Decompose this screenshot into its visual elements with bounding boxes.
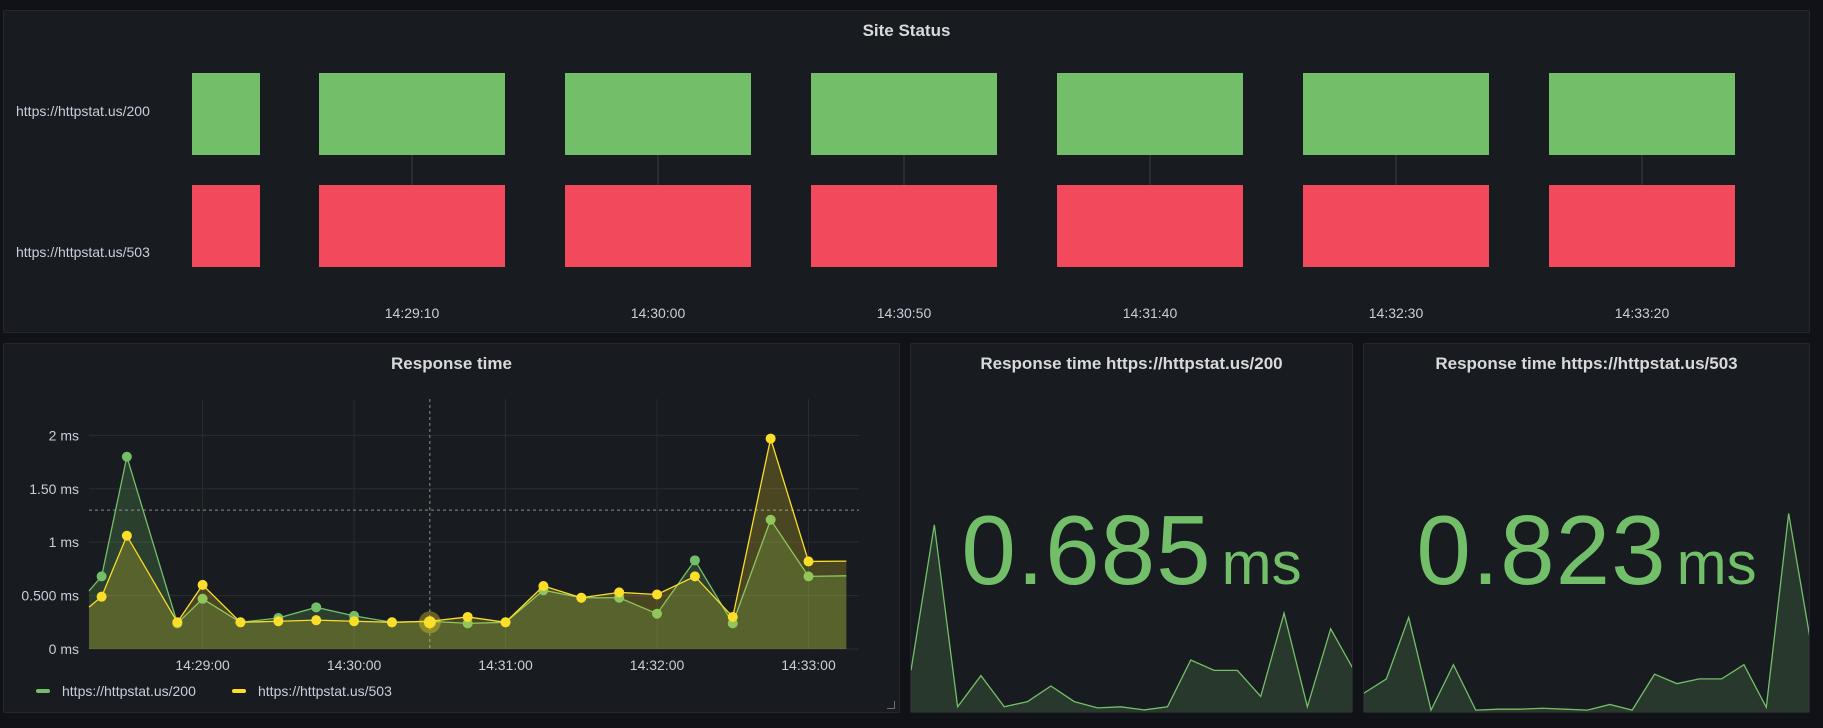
y-tick-label: 0 ms [49, 641, 79, 657]
data-point[interactable] [96, 591, 107, 602]
data-point[interactable] [765, 433, 776, 444]
stat-number: 0.685 [961, 495, 1212, 605]
status-time-tick: 14:32:30 [1369, 305, 1424, 321]
data-point[interactable] [172, 617, 183, 628]
x-tick-label: 14:30:00 [327, 657, 382, 673]
legend-label[interactable]: https://httpstat.us/200 [62, 683, 196, 699]
x-tick-label: 14:32:00 [630, 657, 685, 673]
data-point[interactable] [689, 571, 700, 582]
data-point[interactable] [121, 530, 132, 541]
status-bar-up[interactable] [1057, 73, 1243, 155]
stat-panel-200: Response time https://httpstat.us/200 0.… [910, 343, 1353, 713]
status-bar-up[interactable] [811, 73, 997, 155]
status-timeline: https://httpstat.us/200 https://httpstat.… [16, 73, 1735, 321]
data-point[interactable] [386, 617, 397, 628]
x-tick-label: 14:31:00 [478, 657, 533, 673]
data-point[interactable] [576, 592, 587, 603]
data-point[interactable] [652, 589, 663, 600]
status-bar-up[interactable] [565, 73, 751, 155]
status-bar-down[interactable] [192, 185, 260, 267]
resize-handle-icon[interactable] [887, 701, 895, 709]
data-point[interactable] [311, 602, 322, 613]
status-time-tick: 14:31:40 [1123, 305, 1178, 321]
data-point[interactable] [96, 571, 107, 582]
status-bar-down[interactable] [565, 185, 751, 267]
status-bar-up[interactable] [1303, 73, 1489, 155]
data-point[interactable] [349, 616, 360, 627]
data-point[interactable] [727, 611, 738, 622]
data-point[interactable] [235, 617, 246, 628]
status-bar-down[interactable] [1549, 185, 1735, 267]
y-tick-label: 0.500 ms [21, 588, 79, 604]
stat-value-200: 0.685 ms [911, 494, 1352, 607]
data-point[interactable] [614, 587, 625, 598]
y-tick-label: 1.50 ms [29, 481, 79, 497]
x-tick-label: 14:33:00 [781, 657, 836, 673]
status-row-label: https://httpstat.us/200 [16, 103, 150, 119]
stat-unit: ms [1221, 530, 1302, 597]
hover-point[interactable] [423, 616, 436, 629]
data-point[interactable] [689, 555, 700, 566]
data-point[interactable] [538, 580, 549, 591]
response-time-chart[interactable]: 0 ms 0.500 ms 1 ms 1.50 ms 2 ms 14:29:00 14:30… [4, 344, 901, 714]
response-time-panel: Response time 0 ms 0.500 ms 1 ms 1.50 ms 2 m… [3, 343, 900, 713]
status-bar-up[interactable] [1549, 73, 1735, 155]
legend-swatch[interactable] [232, 689, 246, 693]
status-bar-down[interactable] [811, 185, 997, 267]
status-row-label: https://httpstat.us/503 [16, 244, 150, 260]
stat-panel-503: Response time https://httpstat.us/503 0.… [1363, 343, 1810, 713]
status-time-tick: 14:33:20 [1615, 305, 1670, 321]
status-time-tick: 14:29:10 [385, 305, 440, 321]
legend-swatch[interactable] [36, 689, 50, 693]
y-tick-label: 2 ms [49, 427, 79, 443]
data-point[interactable] [462, 611, 473, 622]
site-status-panel: Site Status https://httpstat.us/200 https… [3, 10, 1810, 333]
status-bar-up[interactable] [319, 73, 505, 155]
legend-label[interactable]: https://httpstat.us/503 [258, 683, 392, 699]
status-bar-down[interactable] [1303, 185, 1489, 267]
status-bar-down[interactable] [319, 185, 505, 267]
status-bar-down[interactable] [1057, 185, 1243, 267]
status-bar-up[interactable] [192, 73, 260, 155]
data-point[interactable] [500, 617, 511, 628]
data-point[interactable] [273, 616, 284, 627]
x-tick-label: 14:29:00 [175, 657, 230, 673]
data-point[interactable] [121, 451, 132, 462]
data-point[interactable] [311, 615, 322, 626]
data-point[interactable] [803, 556, 814, 567]
y-tick-label: 1 ms [49, 534, 79, 550]
data-point[interactable] [197, 579, 208, 590]
status-time-tick: 14:30:00 [631, 305, 686, 321]
stat-value-503: 0.823 ms [1364, 494, 1809, 607]
stat-unit: ms [1676, 530, 1757, 597]
status-time-tick: 14:30:50 [877, 305, 932, 321]
stat-number: 0.823 [1416, 495, 1667, 605]
